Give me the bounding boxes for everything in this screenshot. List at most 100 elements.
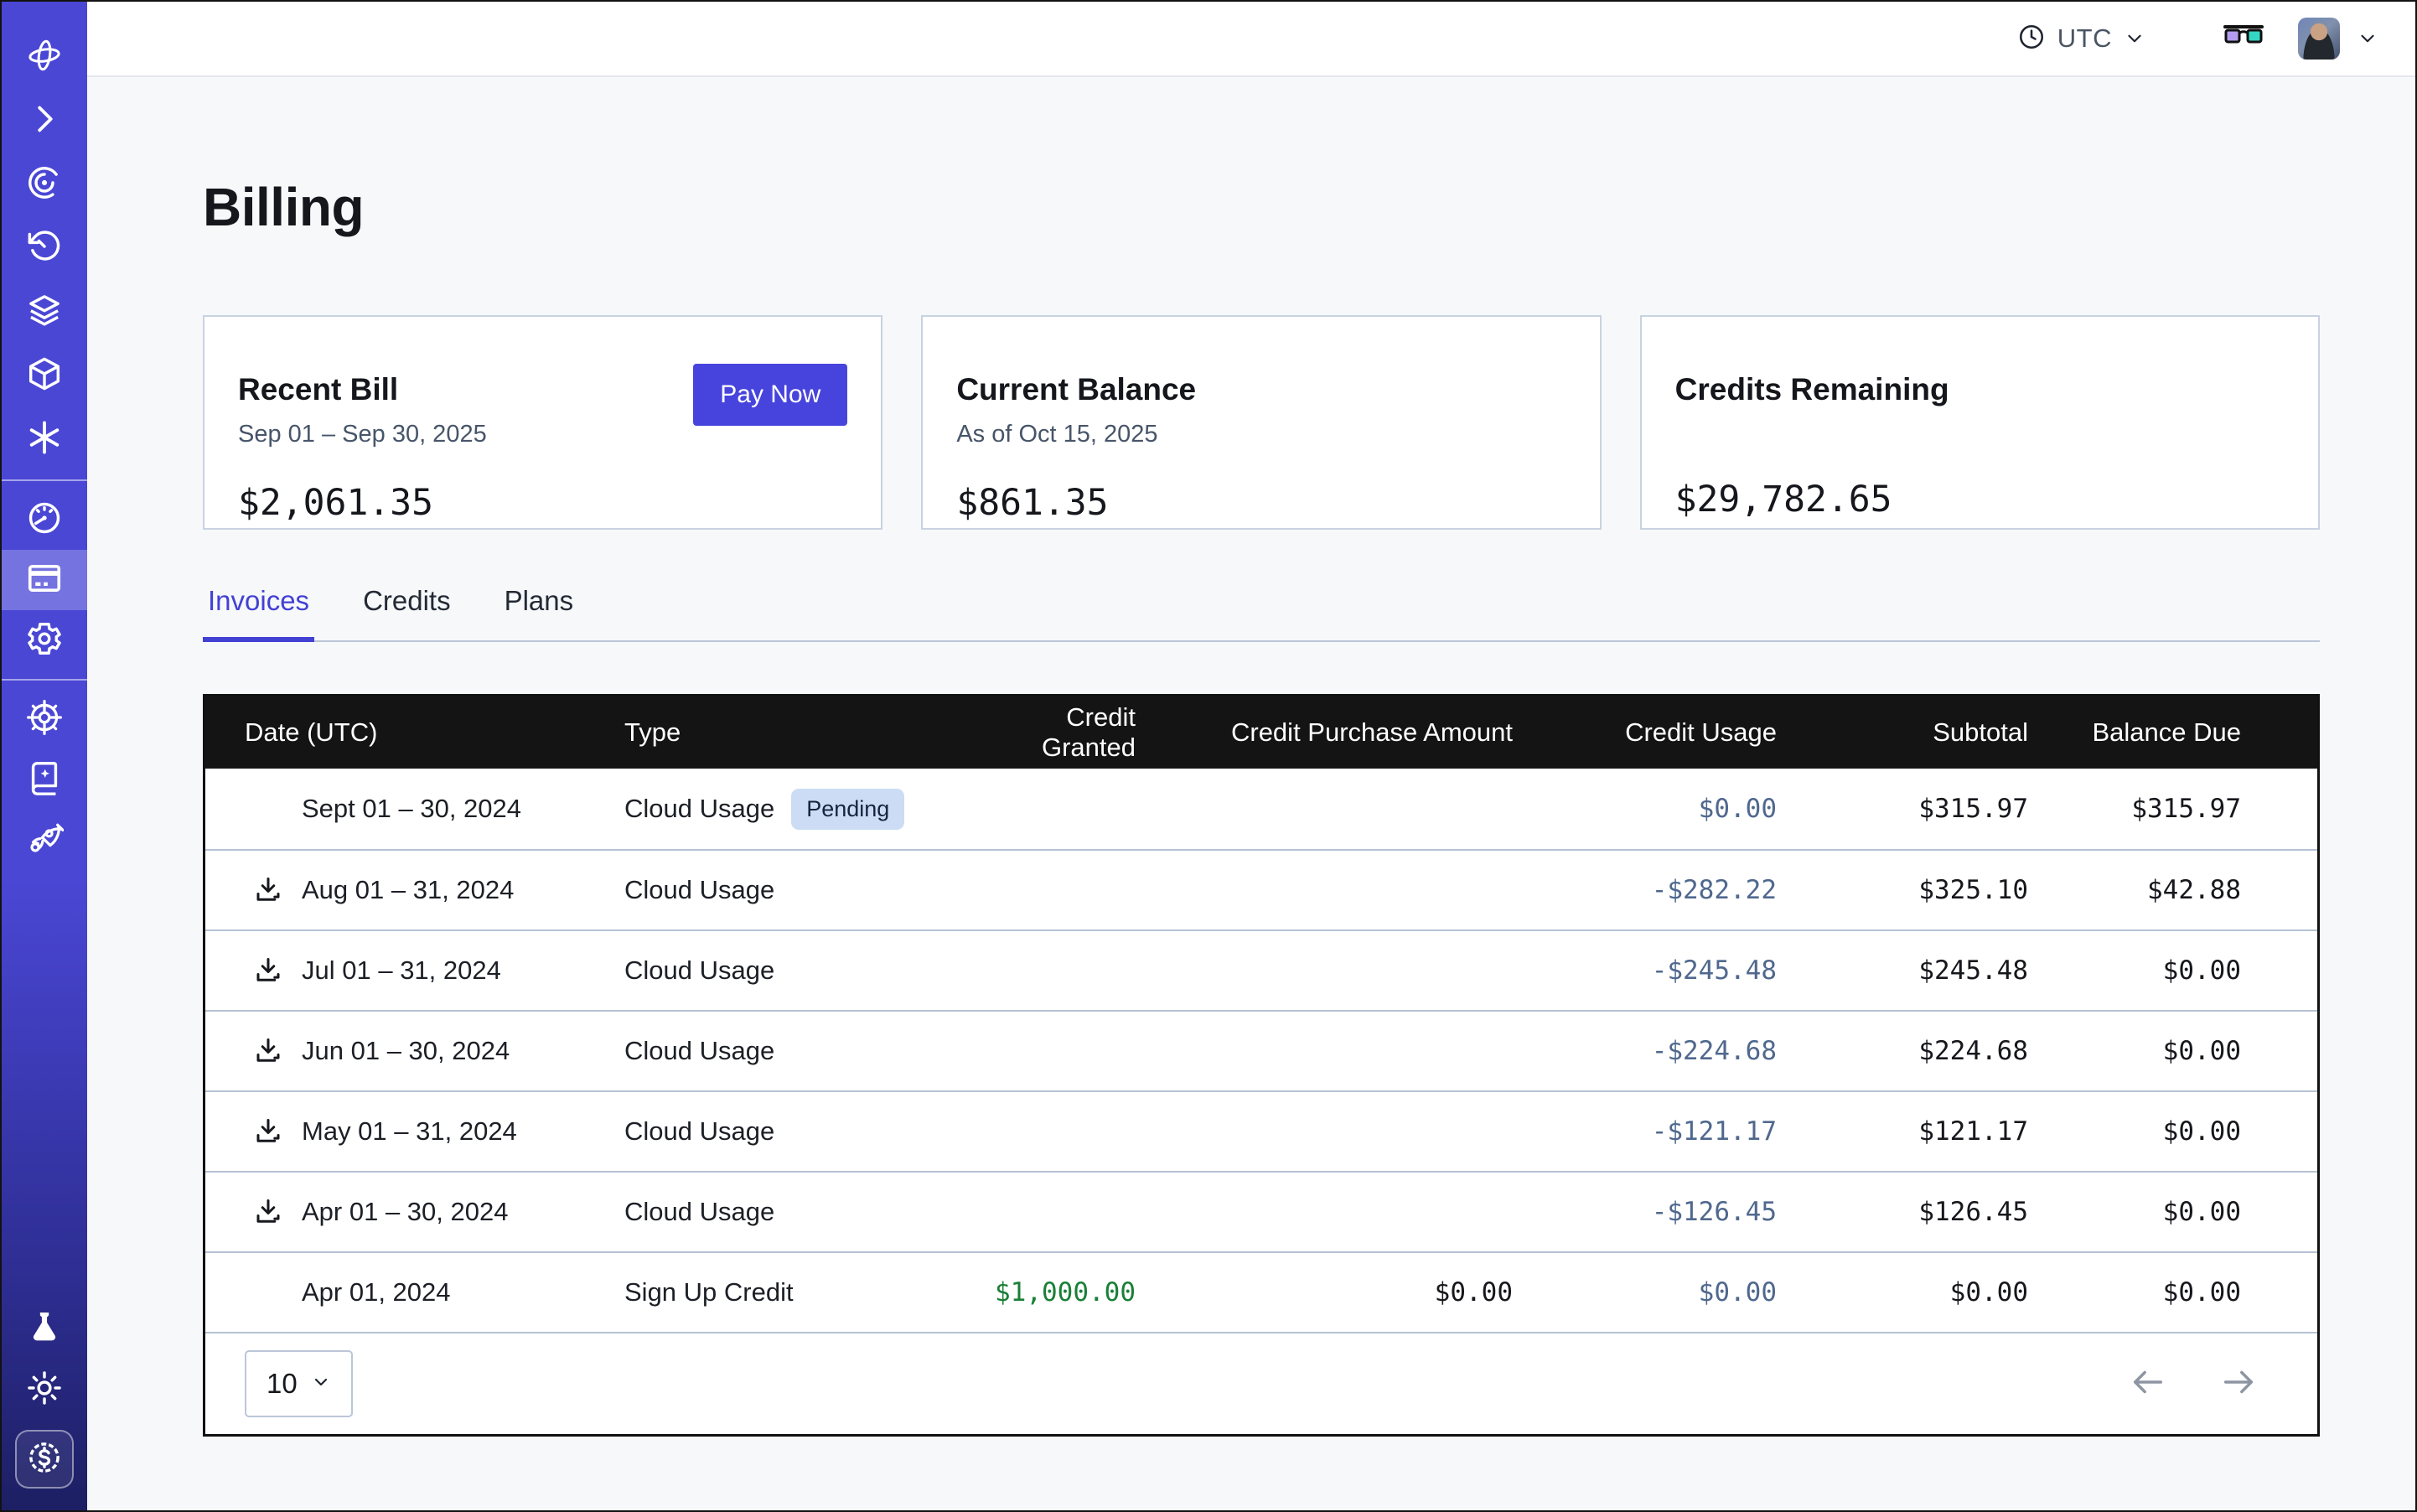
download-invoice-button[interactable] xyxy=(253,1036,302,1066)
invoice-type: Cloud Usage xyxy=(624,794,774,824)
credit-usage-value: $0.00 xyxy=(1513,794,1777,824)
gauge-icon xyxy=(25,499,64,541)
subtotal-value: $0.00 xyxy=(1777,1277,2028,1307)
credit-usage-value: -$245.48 xyxy=(1513,955,1777,986)
col-balance-due: Balance Due xyxy=(2028,717,2321,748)
orbit-logo-icon xyxy=(25,36,64,79)
invoice-date: Aug 01 – 31, 2024 xyxy=(302,875,514,905)
recent-bill-card: Recent Bill Sep 01 – Sep 30, 2025 $2,061… xyxy=(203,315,882,530)
subtotal-value: $121.17 xyxy=(1777,1116,2028,1147)
timezone-selector[interactable]: UTC xyxy=(2017,23,2145,55)
subtotal-value: $245.48 xyxy=(1777,955,2028,986)
recent-bill-amount: $2,061.35 xyxy=(238,482,847,524)
pay-now-button[interactable]: Pay Now xyxy=(693,364,847,426)
sidebar-item-settings[interactable] xyxy=(2,610,87,671)
balance-due-value: $0.00 xyxy=(2028,1116,2321,1147)
card-title: Current Balance xyxy=(956,372,1566,407)
col-date: Date (UTC) xyxy=(205,717,624,748)
main-content: Billing Recent Bill Sep 01 – Sep 30, 202… xyxy=(87,79,2415,1510)
credit-usage-value: -$121.17 xyxy=(1513,1116,1777,1147)
sidebar-item-theme[interactable] xyxy=(2,1359,87,1420)
col-credit-granted: Credit Granted xyxy=(968,702,1136,763)
invoice-type: Sign Up Credit xyxy=(624,1277,794,1307)
page-title: Billing xyxy=(203,176,2320,238)
billing-tabs: Invoices Credits Plans xyxy=(203,585,2320,642)
subtotal-value: $315.97 xyxy=(1777,794,2028,824)
tab-plans[interactable]: Plans xyxy=(499,585,579,642)
pagination: 10 xyxy=(205,1332,2317,1434)
invoice-type: Cloud Usage xyxy=(624,1036,774,1066)
sidebar-divider xyxy=(2,479,87,481)
page-size-select[interactable]: 10 xyxy=(245,1350,353,1417)
download-invoice-button[interactable] xyxy=(253,875,302,905)
subtotal-value: $325.10 xyxy=(1777,875,2028,905)
download-invoice-button[interactable] xyxy=(253,1116,302,1147)
glasses-icon[interactable] xyxy=(2223,23,2264,54)
col-credit-purchase-amount: Credit Purchase Amount xyxy=(1136,717,1513,748)
invoice-date: Apr 01, 2024 xyxy=(302,1277,451,1307)
table-header: Date (UTC) Type Credit Granted Credit Pu… xyxy=(205,696,2317,769)
credit-purchase-value: $0.00 xyxy=(1136,1277,1513,1307)
status-badge: Pending xyxy=(791,789,904,830)
sidebar-item-credits[interactable] xyxy=(15,1430,74,1489)
balance-due-value: $0.00 xyxy=(2028,1277,2321,1307)
chevron-right-icon xyxy=(25,100,64,142)
orbit-logo[interactable] xyxy=(2,25,87,89)
summary-cards: Recent Bill Sep 01 – Sep 30, 2025 $2,061… xyxy=(203,315,2320,530)
col-subtotal: Subtotal xyxy=(1777,717,2028,748)
sidebar-item-asterisk[interactable] xyxy=(2,407,87,471)
tab-credits[interactable]: Credits xyxy=(358,585,456,642)
invoice-date: Jul 01 – 31, 2024 xyxy=(302,955,501,986)
download-invoice-button[interactable] xyxy=(253,955,302,986)
balance-due-value: $315.97 xyxy=(2028,794,2321,824)
next-page-arrow[interactable] xyxy=(2219,1363,2258,1406)
sidebar-expand[interactable] xyxy=(2,89,87,153)
current-balance-amount: $861.35 xyxy=(956,482,1566,524)
sidebar xyxy=(2,2,87,1510)
timezone-label: UTC xyxy=(2057,23,2112,54)
table-row: Sept 01 – 30, 2024 Cloud Usage Pending $… xyxy=(205,769,2317,849)
credit-usage-value: -$224.68 xyxy=(1513,1036,1777,1066)
sidebar-item-rocket[interactable] xyxy=(2,810,87,870)
sidebar-item-dashboard[interactable] xyxy=(2,489,87,550)
layers-icon xyxy=(25,291,64,334)
sidebar-item-helm[interactable] xyxy=(2,689,87,749)
download-invoice-button[interactable] xyxy=(253,1197,302,1227)
asterisk-icon xyxy=(25,418,64,461)
sidebar-item-cube[interactable] xyxy=(2,344,87,407)
prev-page-arrow[interactable] xyxy=(2129,1363,2167,1406)
clock-icon xyxy=(2017,23,2046,55)
sidebar-item-observe[interactable] xyxy=(2,153,87,216)
tab-invoices[interactable]: Invoices xyxy=(203,585,314,642)
subtotal-value: $224.68 xyxy=(1777,1036,2028,1066)
sidebar-item-billing[interactable] xyxy=(2,550,87,610)
credit-granted-value: $1,000.00 xyxy=(968,1277,1136,1307)
credits-remaining-amount: $29,782.65 xyxy=(1675,479,2285,520)
subtotal-value: $126.45 xyxy=(1777,1197,2028,1227)
sidebar-item-history[interactable] xyxy=(2,216,87,280)
chevron-down-icon xyxy=(2124,28,2145,49)
balance-due-value: $42.88 xyxy=(2028,875,2321,905)
invoice-type: Cloud Usage xyxy=(624,875,774,905)
sidebar-item-labs[interactable] xyxy=(2,1299,87,1359)
chevron-down-icon[interactable] xyxy=(2357,28,2378,49)
invoice-date: Jun 01 – 30, 2024 xyxy=(302,1036,510,1066)
invoices-table: Date (UTC) Type Credit Granted Credit Pu… xyxy=(203,694,2320,1437)
table-row: Jul 01 – 31, 2024 Cloud Usage -$245.48 $… xyxy=(205,929,2317,1010)
invoice-date: Sept 01 – 30, 2024 xyxy=(302,794,521,824)
table-body: Sept 01 – 30, 2024 Cloud Usage Pending $… xyxy=(205,769,2317,1332)
table-row: May 01 – 31, 2024 Cloud Usage -$121.17 $… xyxy=(205,1090,2317,1171)
topbar: UTC xyxy=(87,2,2415,77)
card-title: Credits Remaining xyxy=(1675,372,2285,407)
flask-icon xyxy=(25,1308,64,1351)
invoice-type: Cloud Usage xyxy=(624,1197,774,1227)
sidebar-item-docs[interactable] xyxy=(2,749,87,810)
helm-icon xyxy=(25,698,64,741)
balance-as-of: As of Oct 15, 2025 xyxy=(956,421,1566,448)
invoice-date: Apr 01 – 30, 2024 xyxy=(302,1197,508,1227)
balance-due-value: $0.00 xyxy=(2028,955,2321,986)
dollar-badge-icon xyxy=(25,1438,64,1481)
avatar[interactable] xyxy=(2298,18,2340,60)
sidebar-item-layers[interactable] xyxy=(2,280,87,344)
current-balance-card: Current Balance As of Oct 15, 2025 $861.… xyxy=(921,315,1601,530)
